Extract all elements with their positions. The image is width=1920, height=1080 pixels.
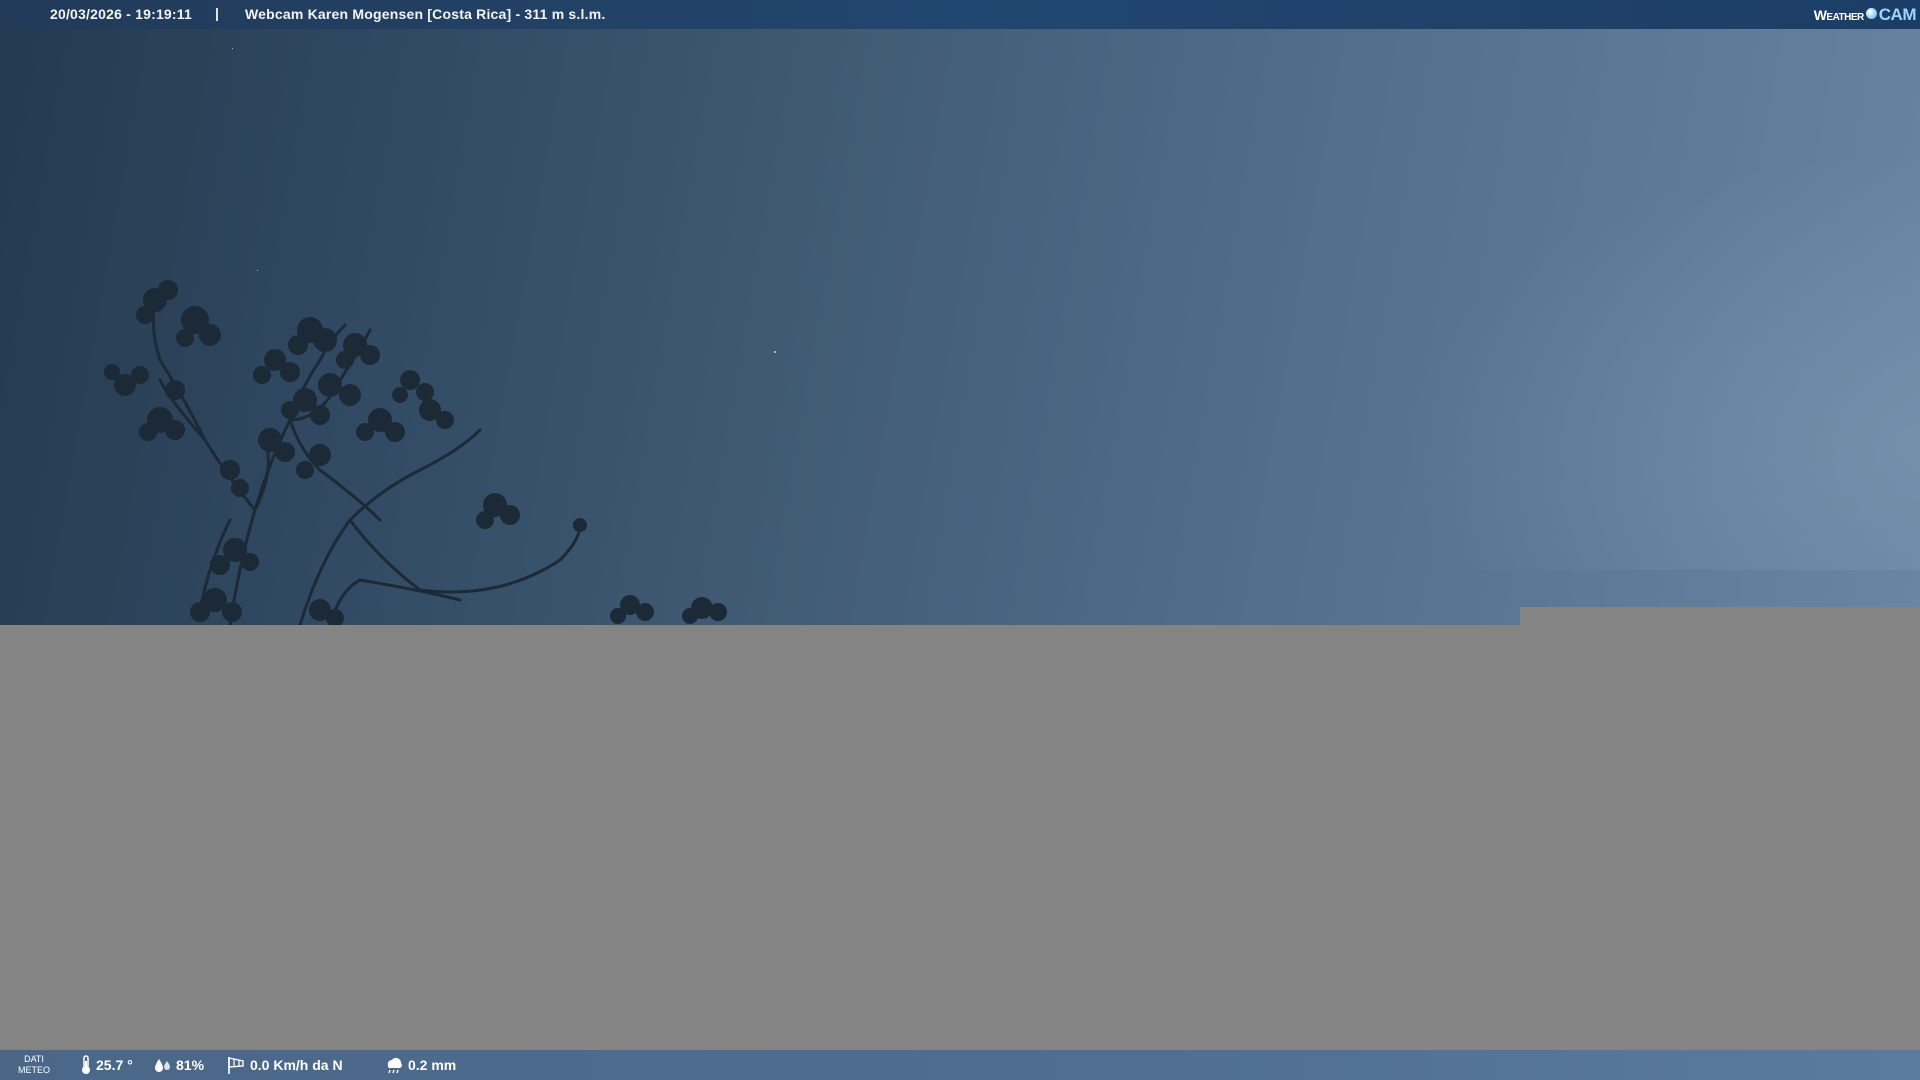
weathercam-logo[interactable]: Weather CAM [1813,4,1917,26]
humidity-value: 81% [176,1057,205,1073]
temperature-value: 25.7 ° [96,1057,133,1073]
logo-text-weather: Weather [1813,7,1865,23]
humidity-reading: 81% [154,1050,204,1080]
wind-value: 0.0 Km/h da N [250,1057,343,1073]
label-line-2: METEO [17,1065,50,1075]
webcam-title: Webcam Karen Mogensen [Costa Rica] - 311… [245,6,606,22]
rain-cloud-icon [387,1058,402,1074]
sky-glow [1400,150,1920,570]
humidity-drops-icon [155,1059,170,1072]
webcam-frame: 20/03/2026 - 19:19:11 | Webcam Karen Mog… [0,0,1920,1080]
star [774,351,776,353]
privacy-mask [0,625,1920,1050]
top-info-bar: 20/03/2026 - 19:19:11 | Webcam Karen Mog… [0,0,1920,29]
windsock-icon [228,1057,244,1074]
wind-reading: 0.0 Km/h da N [226,1050,343,1080]
weather-section-label: DATI METEO [12,1054,56,1076]
weather-data-bar: DATI METEO 25.7 ° 81% 0.0 Km/h da N 0.2 … [0,1050,1920,1080]
thermometer-icon [82,1055,90,1074]
timestamp: 20/03/2026 - 19:19:11 [50,6,192,22]
label-line-1: DATI [24,1054,44,1064]
mask-step [1520,607,1920,627]
rain-reading: 0.2 mm [384,1050,456,1080]
rain-value: 0.2 mm [408,1057,457,1073]
logo-globe-icon [1865,7,1877,19]
sky-image [0,0,1920,625]
logo-text-cam: CAM [1878,5,1917,24]
title-separator: | [215,5,219,21]
tree-silhouette [104,280,727,625]
temperature-reading: 25.7 ° [80,1050,133,1080]
